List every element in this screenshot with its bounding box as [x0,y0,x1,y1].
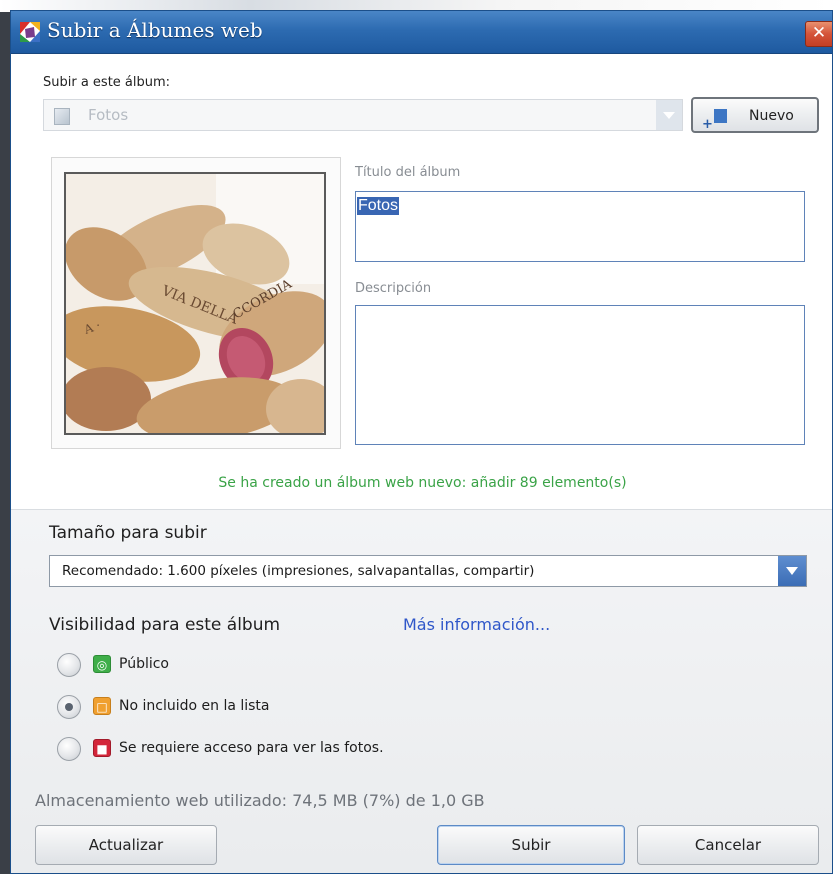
new-album-icon: + [702,108,727,142]
upload-to-album-label: Subir a este álbum: [43,75,171,90]
album-icon [54,108,70,125]
album-title-input[interactable]: Fotos [355,191,805,262]
cancel-button[interactable]: Cancelar [637,825,819,865]
padlock-open-icon: □ [93,697,111,715]
new-album-button-label: Nuevo [749,108,794,124]
album-select-value: Fotos [88,106,129,124]
album-title-label: Título del álbum [355,165,461,180]
radio-unlisted[interactable] [57,695,81,719]
album-title-value: Fotos [357,197,400,215]
album-cover-image[interactable]: VIA DELLA CCORDIA A · [64,172,326,435]
upload-size-label: Tamaño para subir [49,523,207,543]
more-info-link[interactable]: Más información... [403,615,550,634]
storage-usage-text: Almacenamiento web utilizado: 74,5 MB (7… [35,791,485,810]
upload-size-select[interactable]: Recomendado: 1.600 píxeles (impresiones,… [49,555,807,587]
album-cover-frame: VIA DELLA CCORDIA A · [51,157,341,449]
album-select[interactable]: Fotos [43,99,683,131]
description-label: Descripción [355,281,432,296]
wine-corks-image: VIA DELLA CCORDIA A · [66,174,324,433]
refresh-button[interactable]: Actualizar [35,825,217,865]
radio-public[interactable] [57,653,81,677]
status-message: Se ha creado un álbum web nuevo: añadir … [218,475,627,491]
globe-icon: ◎ [93,655,111,673]
dialog-title: Subir a Álbumes web [47,18,263,42]
chevron-down-icon[interactable] [778,556,806,586]
picasa-app-icon [20,22,40,42]
visibility-option-public[interactable]: Público [119,656,169,672]
chevron-down-icon[interactable] [656,100,682,130]
close-button[interactable]: ✕ [805,21,832,47]
upload-button[interactable]: Subir [437,825,625,865]
upload-dialog: Subir a Álbumes web ✕ Subir a este álbum… [10,10,833,874]
visibility-label: Visibilidad para este álbum [49,615,281,635]
new-album-button[interactable]: + Nuevo [691,97,819,133]
radio-private[interactable] [57,737,81,761]
description-input[interactable] [355,305,805,445]
padlock-closed-icon: ■ [93,739,111,757]
visibility-option-private[interactable]: Se requiere acceso para ver las fotos. [119,740,384,756]
title-bar[interactable]: Subir a Álbumes web ✕ [11,11,832,54]
visibility-option-unlisted[interactable]: No incluido en la lista [119,698,270,714]
close-icon: ✕ [811,23,827,43]
upload-size-value: Recomendado: 1.600 píxeles (impresiones,… [62,563,535,579]
